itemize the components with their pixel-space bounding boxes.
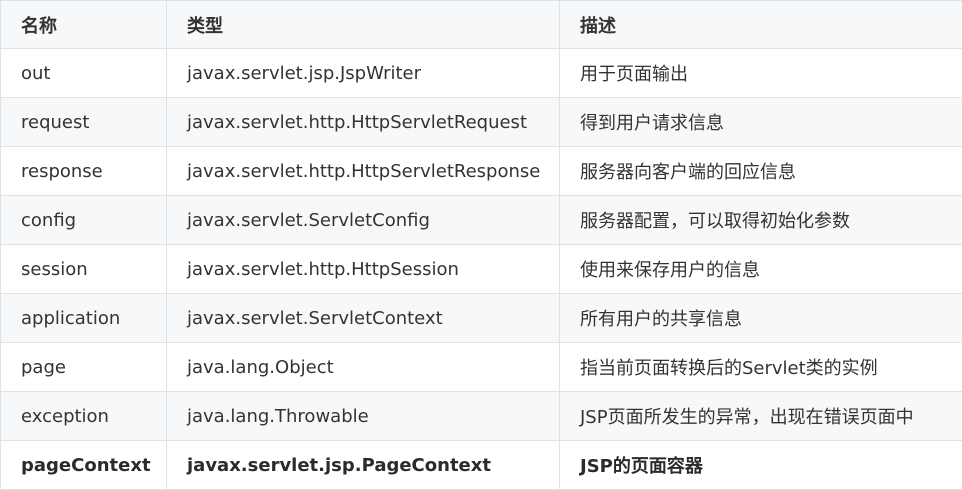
table-row: session javax.servlet.http.HttpSession 使…: [1, 245, 962, 294]
cell-type: javax.servlet.http.HttpServletResponse: [167, 147, 560, 196]
jsp-implicit-objects-table: 名称 类型 描述 out javax.servlet.jsp.JspWriter…: [0, 0, 962, 490]
table-row: response javax.servlet.http.HttpServletR…: [1, 147, 962, 196]
header-type: 类型: [167, 1, 560, 49]
cell-type: java.lang.Throwable: [167, 392, 560, 441]
cell-description: 服务器配置，可以取得初始化参数: [560, 196, 962, 245]
table-row: page java.lang.Object 指当前页面转换后的Servlet类的…: [1, 343, 962, 392]
cell-name: out: [1, 49, 167, 98]
cell-description: 得到用户请求信息: [560, 98, 962, 147]
cell-description: JSP页面所发生的异常，出现在错误页面中: [560, 392, 962, 441]
cell-description: 所有用户的共享信息: [560, 294, 962, 343]
header-name: 名称: [1, 1, 167, 49]
cell-type: javax.servlet.ServletConfig: [167, 196, 560, 245]
cell-name: pageContext: [1, 441, 167, 490]
table-row: exception java.lang.Throwable JSP页面所发生的异…: [1, 392, 962, 441]
table-row: request javax.servlet.http.HttpServletRe…: [1, 98, 962, 147]
cell-type: java.lang.Object: [167, 343, 560, 392]
table-row: config javax.servlet.ServletConfig 服务器配置…: [1, 196, 962, 245]
cell-description: 用于页面输出: [560, 49, 962, 98]
cell-type: javax.servlet.ServletContext: [167, 294, 560, 343]
table-row: application javax.servlet.ServletContext…: [1, 294, 962, 343]
cell-description: JSP的页面容器: [560, 441, 962, 490]
cell-name: response: [1, 147, 167, 196]
jsp-implicit-objects-table-container: 名称 类型 描述 out javax.servlet.jsp.JspWriter…: [0, 0, 962, 485]
cell-description: 服务器向客户端的回应信息: [560, 147, 962, 196]
cell-name: request: [1, 98, 167, 147]
cell-description: 使用来保存用户的信息: [560, 245, 962, 294]
cell-name: application: [1, 294, 167, 343]
table-header-row: 名称 类型 描述: [1, 1, 962, 49]
cell-type: javax.servlet.http.HttpSession: [167, 245, 560, 294]
cell-name: config: [1, 196, 167, 245]
cell-type: javax.servlet.jsp.PageContext: [167, 441, 560, 490]
cell-type: javax.servlet.http.HttpServletRequest: [167, 98, 560, 147]
cell-name: exception: [1, 392, 167, 441]
table-row: pageContext javax.servlet.jsp.PageContex…: [1, 441, 962, 490]
table-row: out javax.servlet.jsp.JspWriter 用于页面输出: [1, 49, 962, 98]
cell-type: javax.servlet.jsp.JspWriter: [167, 49, 560, 98]
cell-description: 指当前页面转换后的Servlet类的实例: [560, 343, 962, 392]
cell-name: page: [1, 343, 167, 392]
cell-name: session: [1, 245, 167, 294]
header-description: 描述: [560, 1, 962, 49]
